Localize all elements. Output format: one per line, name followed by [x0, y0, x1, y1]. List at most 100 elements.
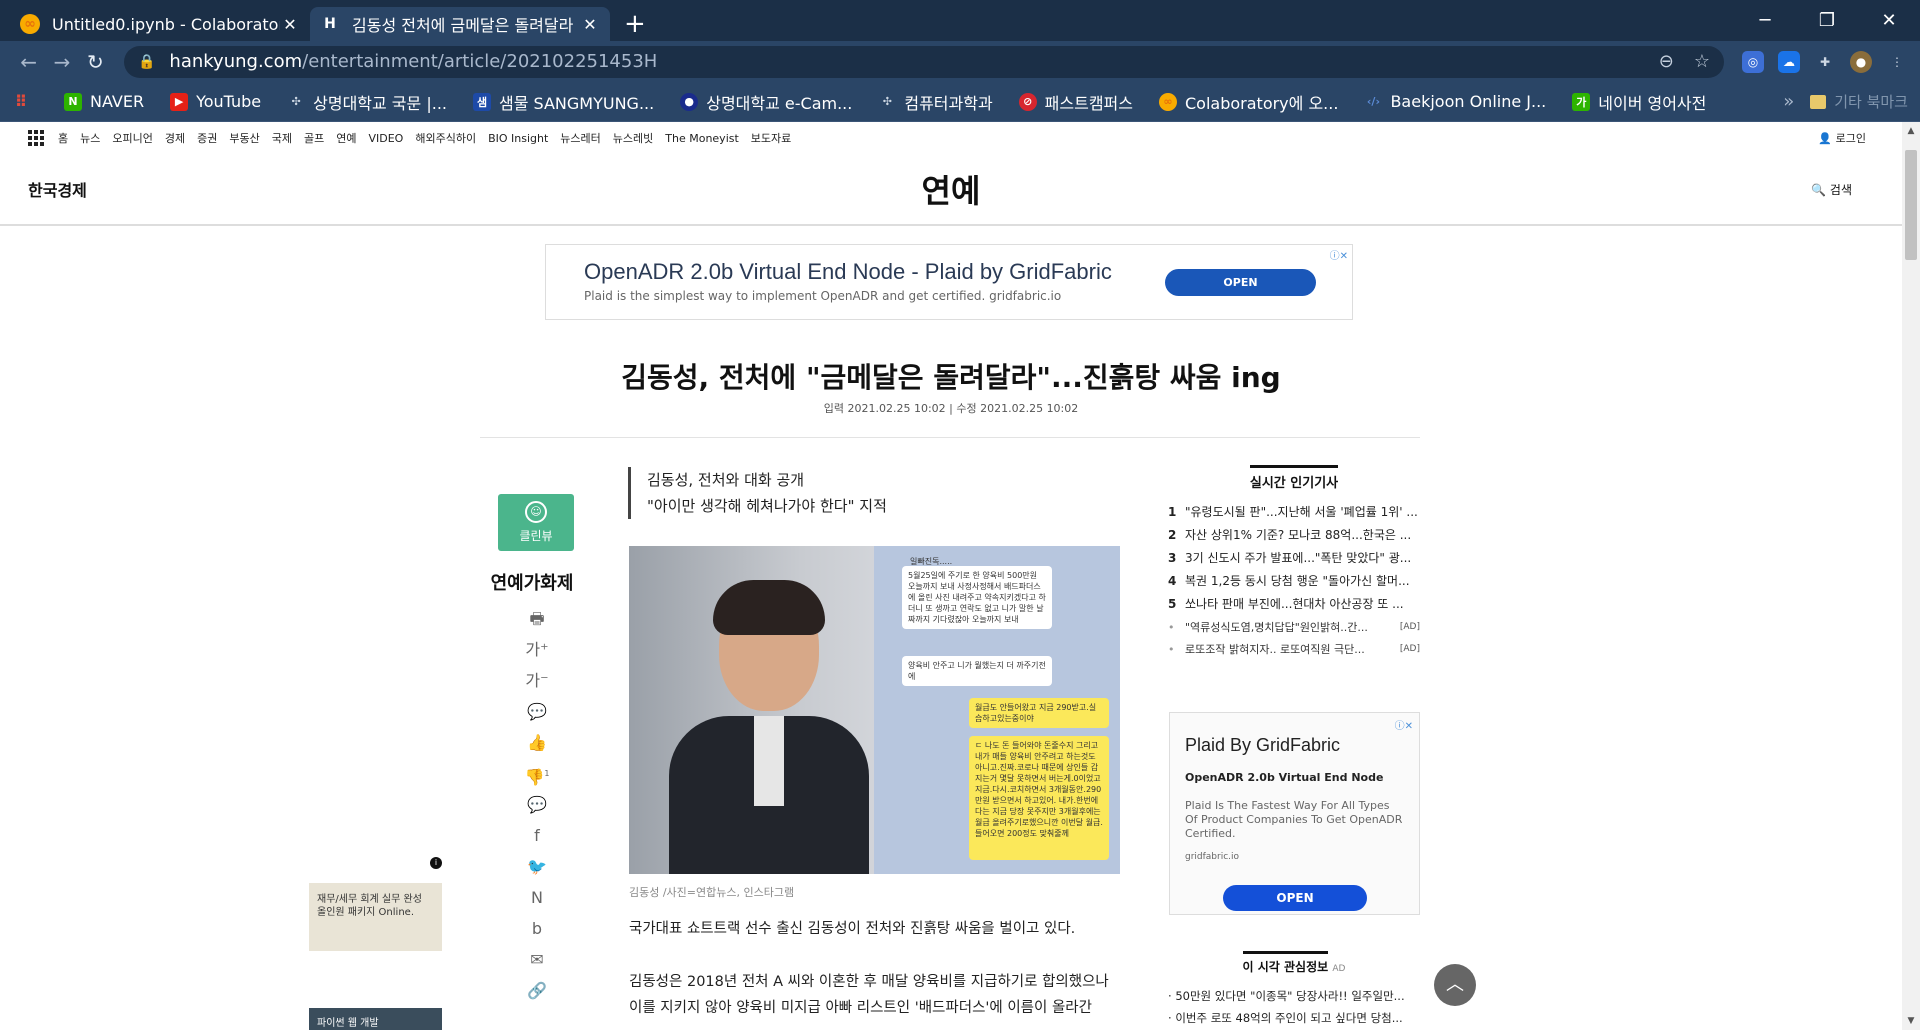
puzzle-icon[interactable]: ✚ [1814, 51, 1836, 73]
thumbs-down-button[interactable]: 👎1 [524, 764, 549, 787]
extension-shield-icon[interactable]: ◎ [1741, 50, 1764, 73]
ad-open-button[interactable]: OPEN [1223, 885, 1367, 911]
reload-button[interactable]: ↻ [79, 50, 112, 74]
nav-link[interactable]: 뉴스 [80, 130, 100, 146]
rank: 2 [1168, 528, 1177, 542]
scroll-to-top-button[interactable]: ︿ [1434, 964, 1476, 1006]
nav-link[interactable]: 경제 [165, 130, 185, 146]
nav-link[interactable]: 보도자료 [751, 130, 791, 146]
scroll-down-icon[interactable]: ▼ [1902, 1016, 1920, 1026]
nav-link[interactable]: 뉴스레터 [560, 130, 600, 146]
avatar[interactable]: ● [1849, 50, 1872, 73]
nav-link[interactable]: 증권 [197, 130, 217, 146]
ad-choices-icon[interactable]: ⓘ✕ [1395, 717, 1413, 732]
new-tab-button[interactable]: + [624, 7, 646, 41]
bookmark-apps[interactable]: ⠿ [12, 92, 38, 111]
nav-link[interactable]: 오피니언 [112, 130, 152, 146]
nav-link[interactable]: The Moneyist [665, 132, 739, 145]
tab-colab[interactable]: ∞ Untitled0.ipynb - Colaboratory ✕ [10, 7, 310, 41]
comment-icon[interactable]: 💬 [527, 702, 547, 722]
tab-hankyung[interactable]: H 김동성 전처에 금메달은 돌려달라 ✕ [310, 7, 610, 41]
list-item[interactable]: · 50만원 있다면 "이종목" 당장사라!! 일주일만... [1168, 985, 1420, 1007]
list-item[interactable]: 2 자산 상위1% 기준? 모나코 88억...한국은 ... [1168, 524, 1420, 547]
popular-title: 실시간 인기기사 [1168, 465, 1420, 491]
naver-blog-icon[interactable]: N [531, 888, 543, 908]
minimize-button[interactable]: ─ [1734, 0, 1796, 41]
nav-link[interactable]: 뉴스레빗 [613, 130, 653, 146]
extension-cloud-icon[interactable]: ☁ [1777, 50, 1800, 73]
mail-icon[interactable]: ✉ [530, 950, 543, 970]
facebook-icon[interactable]: f [534, 826, 540, 846]
tab-title: 김동성 전처에 금메달은 돌려달라 [352, 16, 574, 35]
thumbs-up-icon[interactable]: 👍 [527, 733, 547, 753]
list-item[interactable]: 5 쏘나타 판매 부진에...현대차 아산공장 또 ... [1168, 593, 1420, 616]
other-bookmarks[interactable]: 기타 북마크 [1810, 91, 1908, 112]
side-ad[interactable]: ⓘ✕ Plaid By GridFabric OpenADR 2.0b Virt… [1169, 712, 1420, 915]
ad-title: Plaid By GridFabric [1185, 735, 1341, 755]
ad-choices-icon[interactable]: ⓘ✕ [1330, 247, 1348, 262]
bookmark-dict[interactable]: 가 네이버 영어사전 [1572, 90, 1706, 114]
bookmark-cs[interactable]: ✣ 컴퓨터과학과 [878, 90, 993, 114]
bookmarks-more-icon[interactable]: » [1783, 91, 1794, 112]
ad-list-item[interactable]: • 로또조작 밝혀지자.. 로또여직원 극단... [AD] [1168, 638, 1420, 660]
font-decrease-icon[interactable]: 가⁻ [525, 671, 548, 691]
zoom-icon[interactable]: ⊖ [1659, 51, 1674, 72]
nav-link[interactable]: 연예 [336, 130, 356, 146]
nav-link[interactable]: 골프 [304, 130, 324, 146]
category-label[interactable]: 연예가화제 [488, 569, 576, 595]
search-button[interactable]: 🔍 검색 [1811, 181, 1852, 198]
list-item[interactable]: 1 "유령도시될 판"...지난해 서울 '폐업률 1위' ... [1168, 501, 1420, 524]
window-close-button[interactable]: ✕ [1858, 0, 1920, 41]
bookmark-smu[interactable]: ✣ 상명대학교 국문 |... [287, 90, 447, 114]
band-icon[interactable]: b [532, 919, 542, 939]
nav-link[interactable]: 해외주식하이 [415, 130, 476, 146]
apps-icon: ⠿ [14, 92, 28, 111]
scroll-up-icon[interactable]: ▲ [1902, 126, 1920, 136]
url-input[interactable]: 🔒 hankyung.com/entertainment/article/202… [123, 45, 1724, 78]
thumbs-down-icon: 👎 [524, 767, 545, 787]
ad-info-icon[interactable]: i [430, 857, 442, 869]
bookmark-fastcampus[interactable]: ⊘ 패스트캠퍼스 [1018, 90, 1133, 114]
interest-box: 이 시각 관심정보 AD · 50만원 있다면 "이종목" 당장사라!! 일주일… [1168, 951, 1420, 1029]
login-link[interactable]: 👤 로그인 [1818, 130, 1866, 146]
back-button[interactable]: ← [12, 50, 45, 74]
bookmark-naver[interactable]: N NAVER [64, 92, 144, 111]
list-item-text: 복권 1,2등 동시 당첨 행운 "돌아가신 할머... [1185, 574, 1410, 588]
list-item[interactable]: 3 3기 신도시 주가 발표에..."폭탄 맞았다" 광... [1168, 547, 1420, 570]
kakaotalk-icon[interactable]: 💬 [527, 795, 547, 815]
close-icon[interactable]: ✕ [280, 15, 300, 34]
left-ad-1[interactable]: 재무/세무 회계 실무 완성 올인원 패키지 Online. [309, 883, 442, 951]
ad-open-button[interactable]: OPEN [1165, 269, 1316, 296]
restore-button[interactable]: ❐ [1796, 0, 1858, 41]
cleanview-button[interactable]: ☺ 클린뷰 [498, 494, 574, 551]
rank: 1 [1168, 505, 1177, 519]
bookmark-sangmyung[interactable]: 샘 샘물 SANGMYUNG... [473, 90, 654, 114]
link-icon[interactable]: 🔗 [527, 981, 547, 1001]
bookmark-colab[interactable]: ∞ Colaboratory에 오... [1159, 90, 1338, 114]
list-item[interactable]: · 이번주 로또 48억의 주인이 되고 싶다면 당첨... [1168, 1007, 1420, 1029]
forward-button[interactable]: → [45, 50, 78, 74]
cs-icon: ✣ [882, 95, 892, 108]
font-increase-icon[interactable]: 가⁺ [525, 640, 548, 660]
scrollbar-thumb[interactable] [1905, 150, 1917, 260]
nav-link[interactable]: 부동산 [229, 130, 259, 146]
ad-list-item[interactable]: • "역류성식도염,명치답답"원인밝혀..간... [AD] [1168, 616, 1420, 638]
nav-link[interactable]: BIO Insight [488, 132, 548, 145]
left-ad-2[interactable]: 파이썬 웹 개발 [309, 1008, 442, 1030]
bookmark-baekjoon[interactable]: ‹/› Baekjoon Online J... [1364, 92, 1546, 111]
nav-link[interactable]: 국제 [272, 130, 292, 146]
twitter-icon[interactable]: 🐦 [527, 857, 547, 877]
menu-icon[interactable]: ⋮ [1886, 51, 1908, 73]
menu-grid-icon[interactable] [28, 130, 44, 146]
nav-link[interactable]: VIDEO [368, 132, 403, 145]
lock-icon[interactable]: 🔒 [138, 54, 155, 70]
close-icon[interactable]: ✕ [580, 15, 600, 34]
top-ad[interactable]: OpenADR 2.0b Virtual End Node - Plaid by… [545, 244, 1353, 320]
bookmark-youtube[interactable]: ▶ YouTube [170, 92, 261, 111]
nav-link[interactable]: 홈 [58, 130, 68, 146]
bookmark-ecampus[interactable]: ● 상명대학교 e-Cam... [680, 90, 852, 114]
scrollbar[interactable]: ▲ ▼ [1902, 122, 1920, 1030]
print-icon[interactable]: 🖶 [529, 609, 544, 629]
list-item[interactable]: 4 복권 1,2등 동시 당첨 행운 "돌아가신 할머... [1168, 570, 1420, 593]
star-icon[interactable]: ☆ [1694, 51, 1710, 72]
